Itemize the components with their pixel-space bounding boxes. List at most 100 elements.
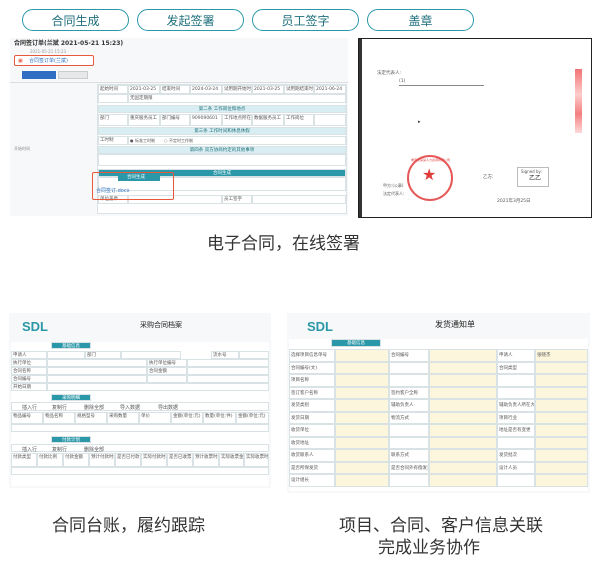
field-value[interactable] — [535, 474, 588, 487]
field-value[interactable] — [429, 424, 497, 437]
field-value[interactable] — [335, 374, 389, 387]
field-value[interactable] — [535, 424, 588, 437]
field-value[interactable] — [429, 386, 497, 399]
field-value[interactable] — [47, 351, 85, 359]
field-value[interactable] — [429, 349, 497, 362]
toolbar-delete[interactable]: 删除全部 — [84, 447, 104, 453]
step-employee-sign[interactable]: 员工签字 — [252, 9, 359, 31]
party-b-label: 乙方: — [483, 175, 494, 180]
field-value[interactable] — [335, 461, 389, 474]
field-value[interactable] — [535, 399, 588, 412]
cell: 试用期开始时间 — [222, 85, 252, 94]
field-value[interactable] — [335, 474, 389, 487]
field-label: 合同编号 — [11, 375, 47, 383]
archive-form: 基础信息 申请人 部门 流水号 执行单位 执行单位编号 合同名称 合同金额 合同… — [11, 342, 269, 486]
col-header: 物品名称 — [43, 412, 75, 424]
field-value[interactable] — [335, 424, 389, 437]
cell: 工作地点所在城市 — [222, 114, 252, 126]
field-value[interactable] — [429, 411, 497, 424]
archive-title: 采购合同档案 — [140, 321, 182, 329]
col-header: 数量(单位:件) — [203, 412, 236, 424]
field-value[interactable] — [535, 461, 588, 474]
col-header: 是否已付款 — [115, 453, 141, 467]
field-value[interactable] — [187, 359, 269, 367]
col-header: 是否已收票 — [167, 453, 193, 467]
field-label: 签订客户名称 — [289, 386, 335, 399]
field-value[interactable] — [535, 361, 588, 374]
field-label: 地址是否有变更 — [497, 424, 535, 437]
field-value[interactable]: 张晓杰 — [535, 349, 588, 362]
field-label: 选择项目信息单号 — [289, 349, 335, 362]
field-label: 合同类型 — [497, 361, 535, 374]
cell: 试用期结束时间 — [284, 85, 314, 94]
cell: 部门 — [98, 114, 128, 126]
field-label: 发货批次 — [497, 449, 535, 462]
cell: 2021-03-25 — [128, 85, 160, 94]
toolbar-export[interactable]: 导出数据 — [158, 405, 178, 411]
cell — [128, 136, 346, 145]
field-value[interactable] — [187, 375, 269, 383]
field-value[interactable] — [47, 383, 269, 391]
cancel-button[interactable] — [58, 71, 88, 79]
contract-file-box[interactable]: ▣ 合同签订单(兰斌) — [14, 55, 94, 66]
field-value[interactable] — [239, 351, 269, 359]
toolbar-copy[interactable]: 复制行 — [52, 405, 67, 411]
cell — [98, 154, 346, 166]
step-seal[interactable]: 盖章 — [367, 9, 474, 31]
toolbar-delete[interactable]: 删除全部 — [84, 405, 104, 411]
gen-file-link[interactable]: 合同签订.docx — [96, 188, 130, 194]
field-value[interactable] — [121, 351, 181, 359]
col-header: 预计收票时间 — [193, 453, 219, 467]
radio-icon[interactable]: ● — [130, 138, 134, 144]
contract-title: 合同签订单(兰斌 2021-05-21 15:23) — [14, 40, 124, 47]
toolbar-insert[interactable]: 插入行 — [22, 405, 37, 411]
caption-ledger: 合同台账，履约跟踪 — [52, 516, 205, 536]
field-value[interactable] — [47, 367, 147, 375]
field-label — [147, 375, 187, 383]
field-value[interactable] — [335, 361, 389, 374]
field-value[interactable] — [187, 367, 269, 375]
field-value[interactable] — [429, 361, 497, 374]
field-value[interactable] — [335, 349, 389, 362]
field-value[interactable] — [535, 386, 588, 399]
field-value[interactable] — [335, 386, 389, 399]
field-value[interactable] — [429, 374, 497, 387]
divider — [10, 82, 348, 83]
field-value[interactable] — [335, 411, 389, 424]
toolbar-insert[interactable]: 插入行 — [22, 447, 37, 453]
col-header: 付款比例 — [37, 453, 63, 467]
radio-icon[interactable]: ○ — [164, 138, 168, 144]
field-value[interactable] — [47, 359, 147, 367]
field-value[interactable] — [535, 374, 588, 387]
field-value[interactable] — [335, 449, 389, 462]
field-label: 签约客户全称 — [389, 386, 429, 399]
field-value[interactable] — [535, 449, 588, 462]
field-value[interactable] — [429, 449, 497, 462]
field-value[interactable] — [429, 399, 497, 412]
field-value[interactable] — [535, 436, 588, 449]
seal-document-panel: 法定代表人: (1) ▸ ★ 重庆市某某人力资源有限公司 甲方:(公章) 法定代… — [358, 38, 592, 218]
field-label: 开始日期 — [11, 383, 47, 391]
cell — [314, 114, 346, 126]
field-value[interactable] — [429, 474, 497, 487]
field-value[interactable] — [429, 436, 497, 449]
cell: 起始时间 — [98, 85, 128, 94]
col-header: 实际付款时间 — [141, 453, 167, 467]
field-value[interactable] — [335, 436, 389, 449]
field-label: 部门 — [85, 351, 121, 359]
toolbar-import[interactable]: 导入数据 — [120, 405, 140, 411]
toolbar: 插入行 复制行 删除全部 导入数据 导出数据 — [11, 402, 269, 411]
save-button[interactable] — [22, 71, 56, 79]
cell — [252, 195, 346, 204]
step-contract-generate[interactable]: 合同生成 — [22, 9, 129, 31]
toolbar-copy[interactable]: 复制行 — [52, 447, 67, 453]
field-label: 申请人 — [11, 351, 47, 359]
field-value[interactable] — [47, 375, 147, 383]
section-header: 基础信息 — [331, 339, 381, 347]
field-label: 是否合同外有偿发货 — [389, 461, 429, 474]
field-value[interactable] — [429, 461, 497, 474]
field-value[interactable] — [335, 399, 389, 412]
field-label: 物流方式 — [389, 411, 429, 424]
step-initiate-sign[interactable]: 发起签署 — [137, 9, 244, 31]
field-value[interactable] — [535, 411, 588, 424]
